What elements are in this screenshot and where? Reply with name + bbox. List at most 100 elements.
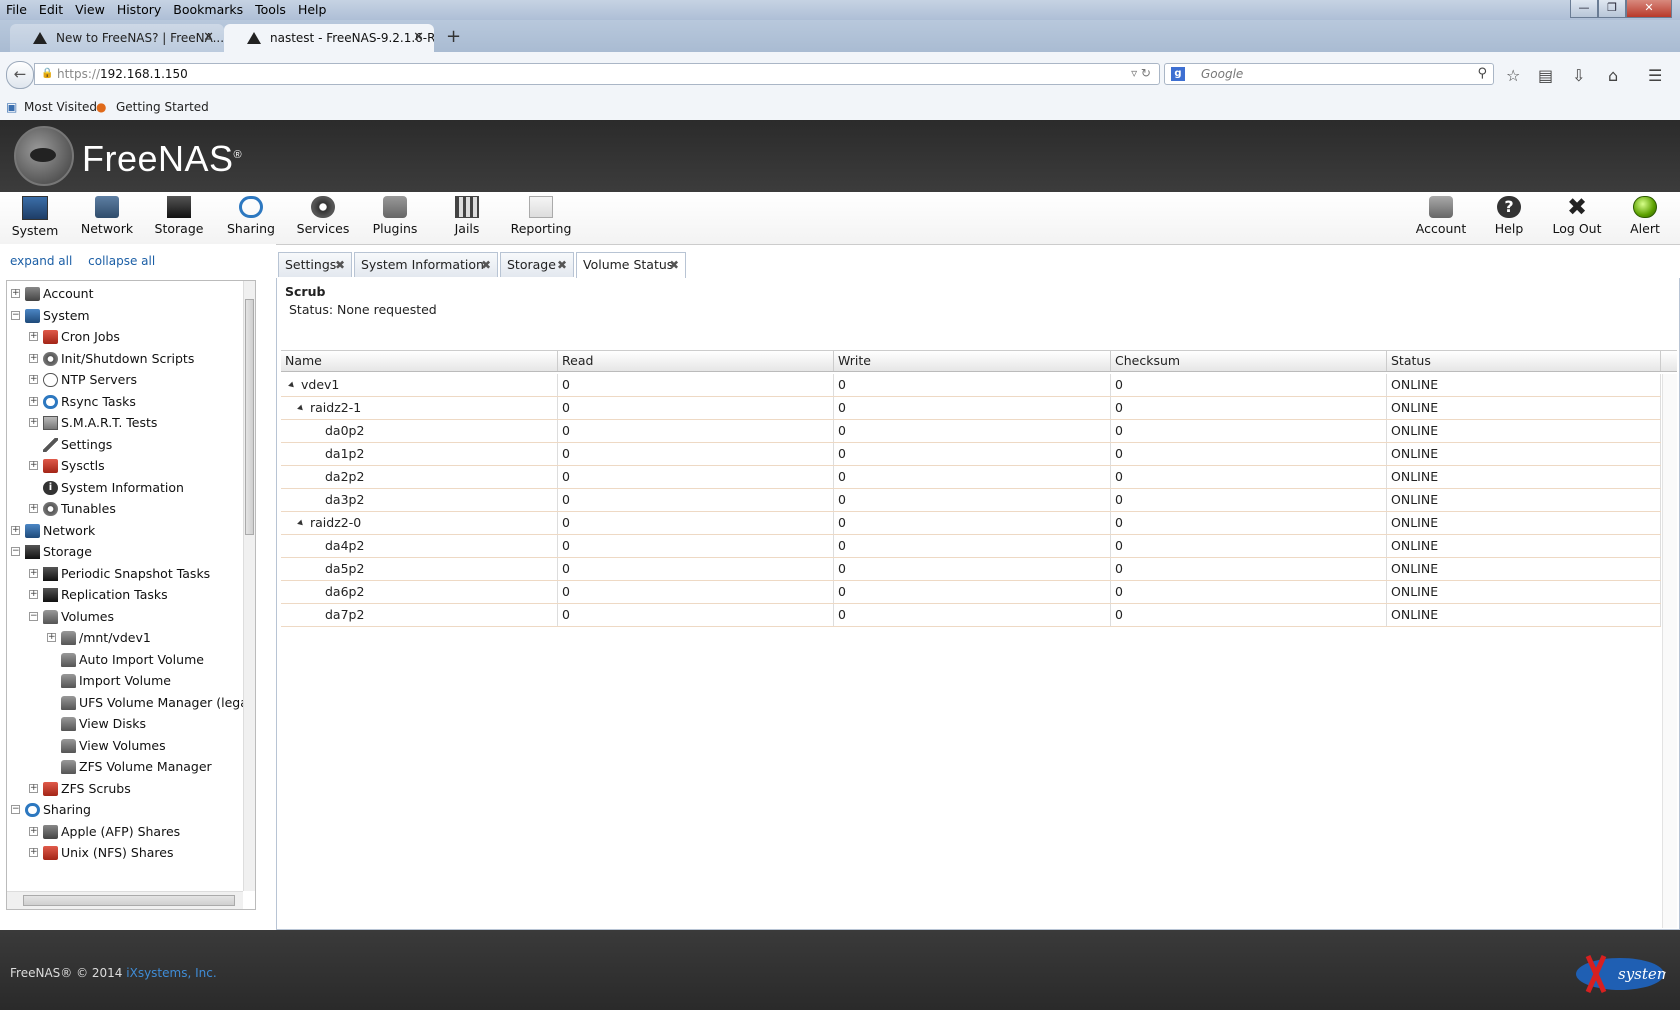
close-tab-icon[interactable]: ✖: [557, 253, 567, 277]
menu-help[interactable]: Help: [292, 0, 333, 17]
column-header-name[interactable]: Name: [281, 351, 558, 371]
toolbar-network-button[interactable]: Network: [72, 196, 142, 236]
table-row[interactable]: da4p2 0 0 0 ONLINE: [281, 535, 1661, 558]
expand-toggle-icon[interactable]: +: [29, 375, 38, 384]
close-tab-icon[interactable]: ✖: [481, 253, 491, 277]
tree-item-icon: [43, 781, 58, 796]
expand-toggle-icon[interactable]: +: [29, 353, 38, 363]
table-row[interactable]: da3p2 0 0 0 ONLINE: [281, 489, 1661, 512]
table-row[interactable]: da2p2 0 0 0 ONLINE: [281, 466, 1661, 489]
tree-item-icon: [61, 652, 76, 667]
tab-volume-status[interactable]: Volume Status ✖: [576, 252, 686, 279]
browser-tab-nastest[interactable]: nastest - FreeNAS-9.2.1.6-R... ✕: [224, 24, 434, 52]
logout-icon: ✖: [1566, 193, 1588, 221]
column-header-write[interactable]: Write: [834, 351, 1111, 371]
menu-tools[interactable]: Tools: [249, 0, 292, 17]
close-window-button[interactable]: ✕: [1626, 0, 1672, 18]
table-row[interactable]: vdev1 0 0 0 ONLINE: [281, 374, 1661, 397]
hamburger-menu-icon[interactable]: ☰: [1648, 66, 1662, 85]
expand-toggle-icon[interactable]: +: [29, 418, 38, 427]
menu-file[interactable]: File: [0, 0, 33, 17]
expand-toggle-icon[interactable]: +: [29, 568, 38, 578]
close-tab-icon[interactable]: ✕: [413, 24, 424, 52]
toolbar-alert-button[interactable]: Alert: [1610, 196, 1680, 236]
close-tab-icon[interactable]: ✖: [669, 253, 679, 277]
minimize-button[interactable]: —: [1570, 0, 1598, 18]
scrollbar-thumb[interactable]: [23, 895, 235, 906]
table-row[interactable]: da1p2 0 0 0 ONLINE: [281, 443, 1661, 466]
menu-history[interactable]: History: [111, 0, 167, 17]
cell-value: 0: [838, 492, 846, 507]
cell-value: 0: [838, 469, 846, 484]
table-row[interactable]: raidz2-0 0 0 0 ONLINE: [281, 512, 1661, 535]
new-tab-plus-icon[interactable]: +: [446, 26, 461, 47]
restore-button[interactable]: ❐: [1598, 0, 1626, 18]
expand-triangle-icon[interactable]: [297, 404, 305, 413]
search-icon[interactable]: ⚲: [1477, 66, 1487, 81]
reading-list-icon[interactable]: ▤: [1538, 66, 1553, 85]
home-icon[interactable]: ⌂: [1608, 66, 1618, 85]
expand-toggle-icon[interactable]: +: [29, 396, 38, 406]
table-row[interactable]: da6p2 0 0 0 ONLINE: [281, 581, 1661, 604]
expand-toggle-icon[interactable]: +: [29, 504, 38, 513]
tree-horizontal-scrollbar[interactable]: [7, 891, 243, 909]
collapse-toggle-icon[interactable]: −: [11, 805, 20, 814]
browser-tab-freenas-intro[interactable]: New to FreeNAS? | FreeNA... ✕: [10, 24, 224, 52]
toolbar-help-button[interactable]: ? Help: [1474, 196, 1544, 236]
menu-view[interactable]: View: [69, 0, 111, 17]
close-tab-icon[interactable]: ✖: [335, 253, 345, 277]
expand-triangle-icon[interactable]: [297, 519, 305, 528]
url-bar[interactable]: 🔒 https://192.168.1.150 ▿ ↻: [34, 63, 1160, 85]
expand-toggle-icon[interactable]: +: [29, 826, 38, 836]
menu-bookmarks[interactable]: Bookmarks: [167, 0, 249, 17]
column-header-read[interactable]: Read: [558, 351, 834, 371]
toolbar-storage-button[interactable]: Storage: [144, 196, 214, 236]
collapse-all-link[interactable]: collapse all: [88, 254, 155, 268]
cell-status: ONLINE: [1387, 443, 1661, 465]
toolbar-jails-button[interactable]: Jails: [432, 196, 502, 236]
expand-toggle-icon[interactable]: +: [47, 633, 56, 642]
expand-triangle-icon[interactable]: [288, 381, 296, 390]
toolbar-account-button[interactable]: Account: [1406, 196, 1476, 236]
scrollbar-thumb[interactable]: [245, 299, 254, 535]
toolbar-services-button[interactable]: Services: [288, 196, 358, 236]
toolbar-system-button[interactable]: System: [0, 196, 70, 238]
collapse-toggle-icon[interactable]: −: [29, 611, 38, 621]
grid-vertical-scrollbar[interactable]: [1662, 374, 1677, 928]
column-header-checksum[interactable]: Checksum: [1111, 351, 1387, 371]
expand-toggle-icon[interactable]: +: [29, 783, 38, 793]
close-tab-icon[interactable]: ✕: [203, 24, 214, 52]
google-engine-icon[interactable]: g: [1171, 67, 1185, 81]
back-arrow-icon[interactable]: ←: [6, 61, 34, 89]
column-header-status[interactable]: Status: [1387, 351, 1661, 371]
search-box[interactable]: g Google ⚲: [1164, 63, 1494, 85]
menu-edit[interactable]: Edit: [33, 0, 69, 17]
bookmark-getting-started[interactable]: Getting Started: [116, 100, 209, 114]
table-row[interactable]: da7p2 0 0 0 ONLINE: [281, 604, 1661, 627]
tree-vertical-scrollbar[interactable]: [243, 281, 255, 891]
expand-toggle-icon[interactable]: +: [29, 590, 38, 599]
expand-toggle-icon[interactable]: +: [29, 461, 38, 470]
bookmark-most-visited[interactable]: Most Visited: [24, 100, 97, 114]
collapse-toggle-icon[interactable]: −: [11, 547, 20, 556]
expand-toggle-icon[interactable]: +: [11, 525, 20, 535]
table-row[interactable]: raidz2-1 0 0 0 ONLINE: [281, 397, 1661, 420]
tab-system-information[interactable]: System Information ✖: [354, 252, 498, 277]
download-icon[interactable]: ⇩: [1572, 66, 1585, 85]
expand-toggle-icon[interactable]: +: [29, 332, 38, 341]
star-bookmark-icon[interactable]: ☆: [1506, 66, 1520, 85]
toolbar-logout-button[interactable]: ✖ Log Out: [1542, 193, 1612, 236]
ixsystems-link[interactable]: iXsystems, Inc.: [126, 966, 216, 980]
toolbar-plugins-button[interactable]: Plugins: [360, 196, 430, 236]
expand-toggle-icon[interactable]: +: [29, 848, 38, 857]
tab-settings[interactable]: Settings ✖: [278, 252, 352, 277]
toolbar-sharing-button[interactable]: Sharing: [216, 196, 286, 236]
toolbar-reporting-button[interactable]: Reporting: [506, 196, 576, 236]
tab-storage[interactable]: Storage ✖: [500, 252, 574, 277]
reload-icon[interactable]: ▿ ↻: [1131, 66, 1151, 80]
expand-toggle-icon[interactable]: +: [11, 289, 20, 298]
expand-all-link[interactable]: expand all: [10, 254, 72, 268]
table-row[interactable]: da5p2 0 0 0 ONLINE: [281, 558, 1661, 581]
collapse-toggle-icon[interactable]: −: [11, 310, 20, 320]
table-row[interactable]: da0p2 0 0 0 ONLINE: [281, 420, 1661, 443]
